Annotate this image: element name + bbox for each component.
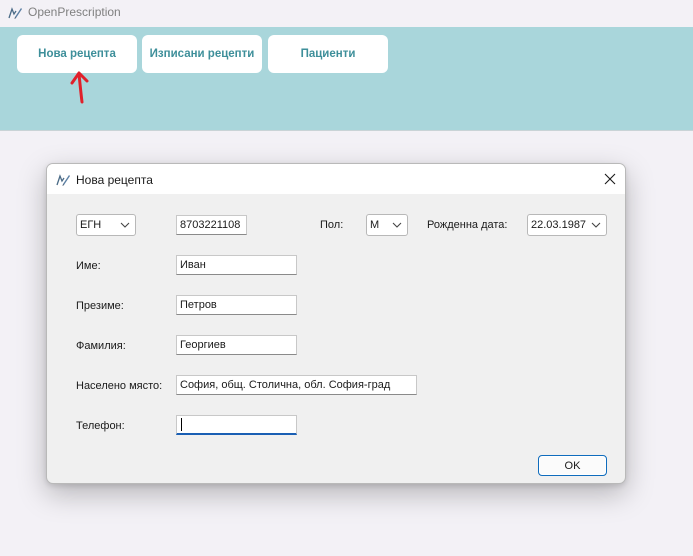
main-toolbar: Нова рецепта Изписани рецепти Пациенти xyxy=(0,27,693,131)
text-caret xyxy=(181,418,182,431)
annotation-arrow-icon xyxy=(70,71,89,104)
first-name-label: Име: xyxy=(76,260,101,272)
birth-date-value: 22.03.1987 xyxy=(531,219,587,231)
id-type-value: ЕГН xyxy=(80,219,102,231)
sex-value: М xyxy=(370,219,380,231)
new-prescription-dialog: Нова рецепта ЕГН 8703221108 Пол: М Рожде… xyxy=(46,163,626,484)
window-titlebar: OpenPrescription xyxy=(0,0,693,27)
pen-prescription-icon xyxy=(56,174,70,186)
dialog-body: ЕГН 8703221108 Пол: М Рожденна дата: 22.… xyxy=(47,194,625,483)
issued-prescriptions-button[interactable]: Изписани рецепти xyxy=(142,35,262,73)
last-name-field[interactable]: Георгиев xyxy=(176,335,297,355)
chevron-down-icon xyxy=(591,222,601,228)
id-number-field[interactable]: 8703221108 xyxy=(176,215,247,235)
sex-label: Пол: xyxy=(320,219,344,231)
last-name-label: Фамилия: xyxy=(76,340,126,352)
ok-button[interactable]: OK xyxy=(538,455,607,476)
new-prescription-button[interactable]: Нова рецепта xyxy=(17,35,137,73)
pen-prescription-icon xyxy=(8,7,22,19)
close-icon xyxy=(604,173,616,185)
id-type-select[interactable]: ЕГН xyxy=(76,214,136,236)
dialog-title: Нова рецепта xyxy=(76,173,153,187)
phone-label: Телефон: xyxy=(76,420,125,432)
chevron-down-icon xyxy=(120,222,130,228)
chevron-down-icon xyxy=(392,222,402,228)
middle-name-field[interactable]: Петров xyxy=(176,295,297,315)
first-name-field[interactable]: Иван xyxy=(176,255,297,275)
city-label: Населено място: xyxy=(76,380,163,392)
close-button[interactable] xyxy=(595,164,625,194)
sex-select[interactable]: М xyxy=(366,214,408,236)
birth-date-picker[interactable]: 22.03.1987 xyxy=(527,214,607,236)
city-field[interactable]: София, общ. Столична, обл. София-град xyxy=(176,375,417,395)
app-title: OpenPrescription xyxy=(28,5,121,19)
middle-name-label: Презиме: xyxy=(76,300,124,312)
dialog-titlebar: Нова рецепта xyxy=(47,164,625,194)
phone-field[interactable] xyxy=(176,415,297,435)
birth-date-label: Рожденна дата: xyxy=(427,219,508,231)
patients-button[interactable]: Пациенти xyxy=(268,35,388,73)
